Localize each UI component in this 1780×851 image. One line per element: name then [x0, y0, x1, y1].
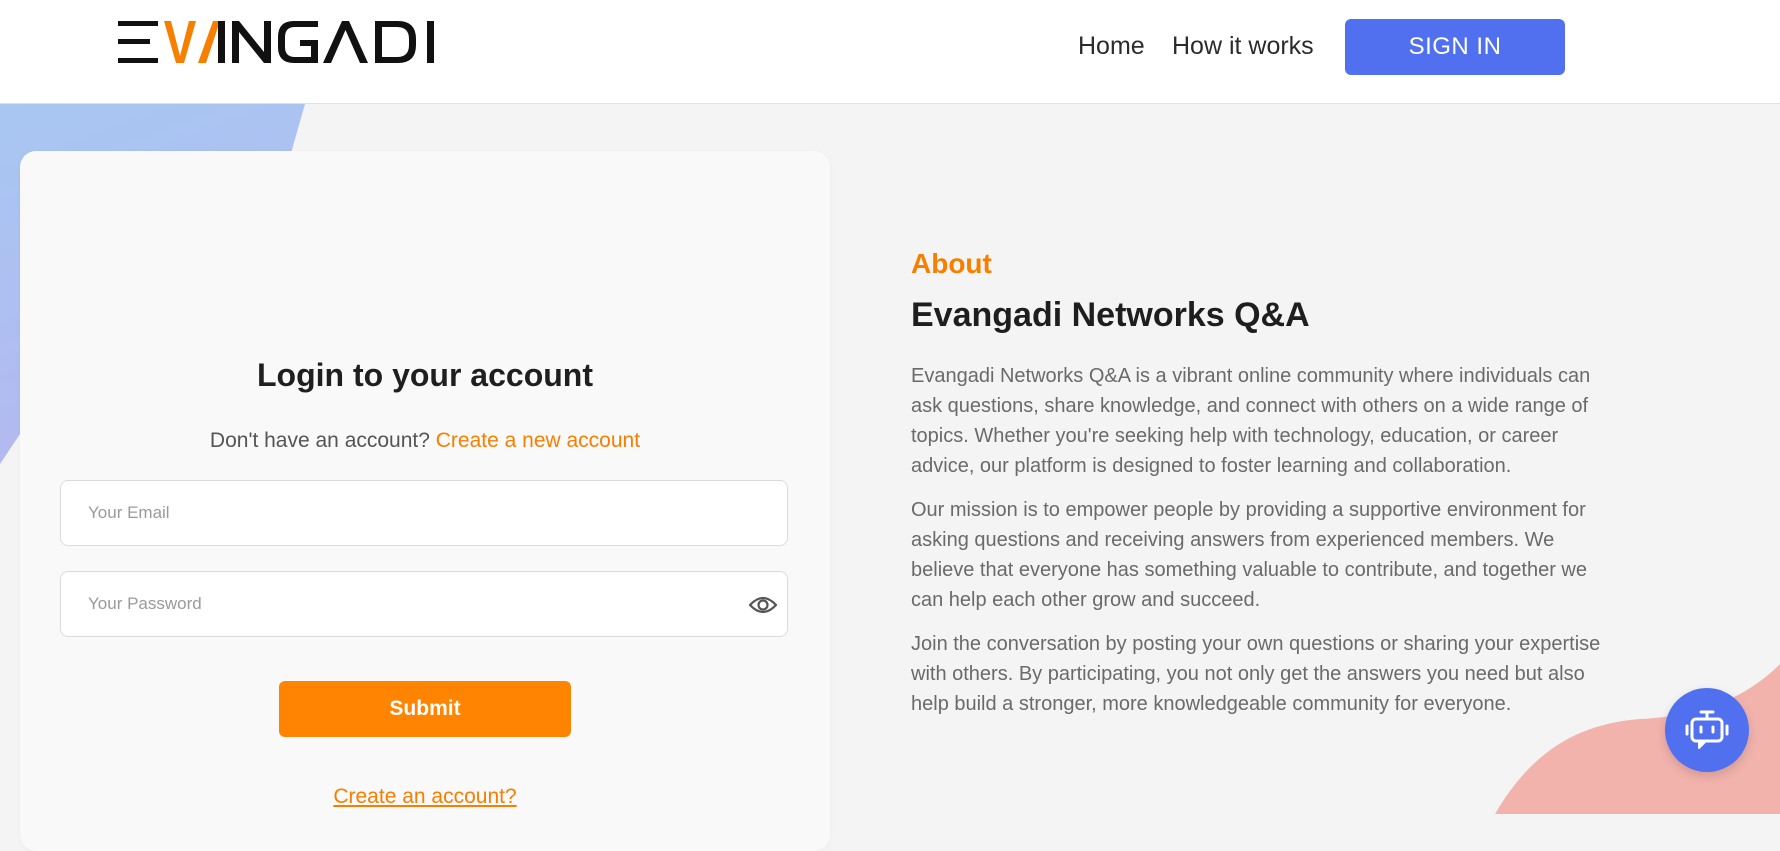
- about-paragraph: Join the conversation by posting your ow…: [911, 633, 1601, 715]
- email-input[interactable]: [60, 480, 788, 546]
- signup-prompt: Don't have an account? Create a new acco…: [20, 429, 830, 453]
- top-navbar: Home How it works SIGN IN: [0, 0, 1780, 104]
- about-section: About Evangadi Networks Q&A Evangadi Net…: [911, 248, 1611, 733]
- create-new-account-link[interactable]: Create a new account: [436, 429, 640, 452]
- about-paragraph: Our mission is to empower people by prov…: [911, 499, 1587, 611]
- password-input[interactable]: [60, 571, 788, 637]
- about-eyebrow: About: [911, 248, 992, 279]
- sign-in-button[interactable]: SIGN IN: [1345, 19, 1565, 75]
- submit-button[interactable]: Submit: [279, 681, 571, 737]
- eye-icon[interactable]: [748, 592, 778, 618]
- create-account-link[interactable]: Create an account?: [20, 785, 830, 809]
- about-title: Evangadi Networks Q&A: [911, 296, 1310, 334]
- login-card: Login to your account Don't have an acco…: [20, 151, 830, 851]
- chatbot-icon: [1685, 710, 1729, 749]
- signup-prompt-text: Don't have an account?: [209, 429, 430, 452]
- login-title: Login to your account: [257, 357, 593, 393]
- nav-how-it-works-link[interactable]: How it works: [1172, 32, 1314, 61]
- about-paragraph: Evangadi Networks Q&A is a vibrant onlin…: [911, 365, 1591, 477]
- nav-home-link[interactable]: Home: [1078, 32, 1145, 61]
- evangadi-logo[interactable]: [118, 18, 436, 66]
- chatbot-button[interactable]: [1665, 688, 1749, 772]
